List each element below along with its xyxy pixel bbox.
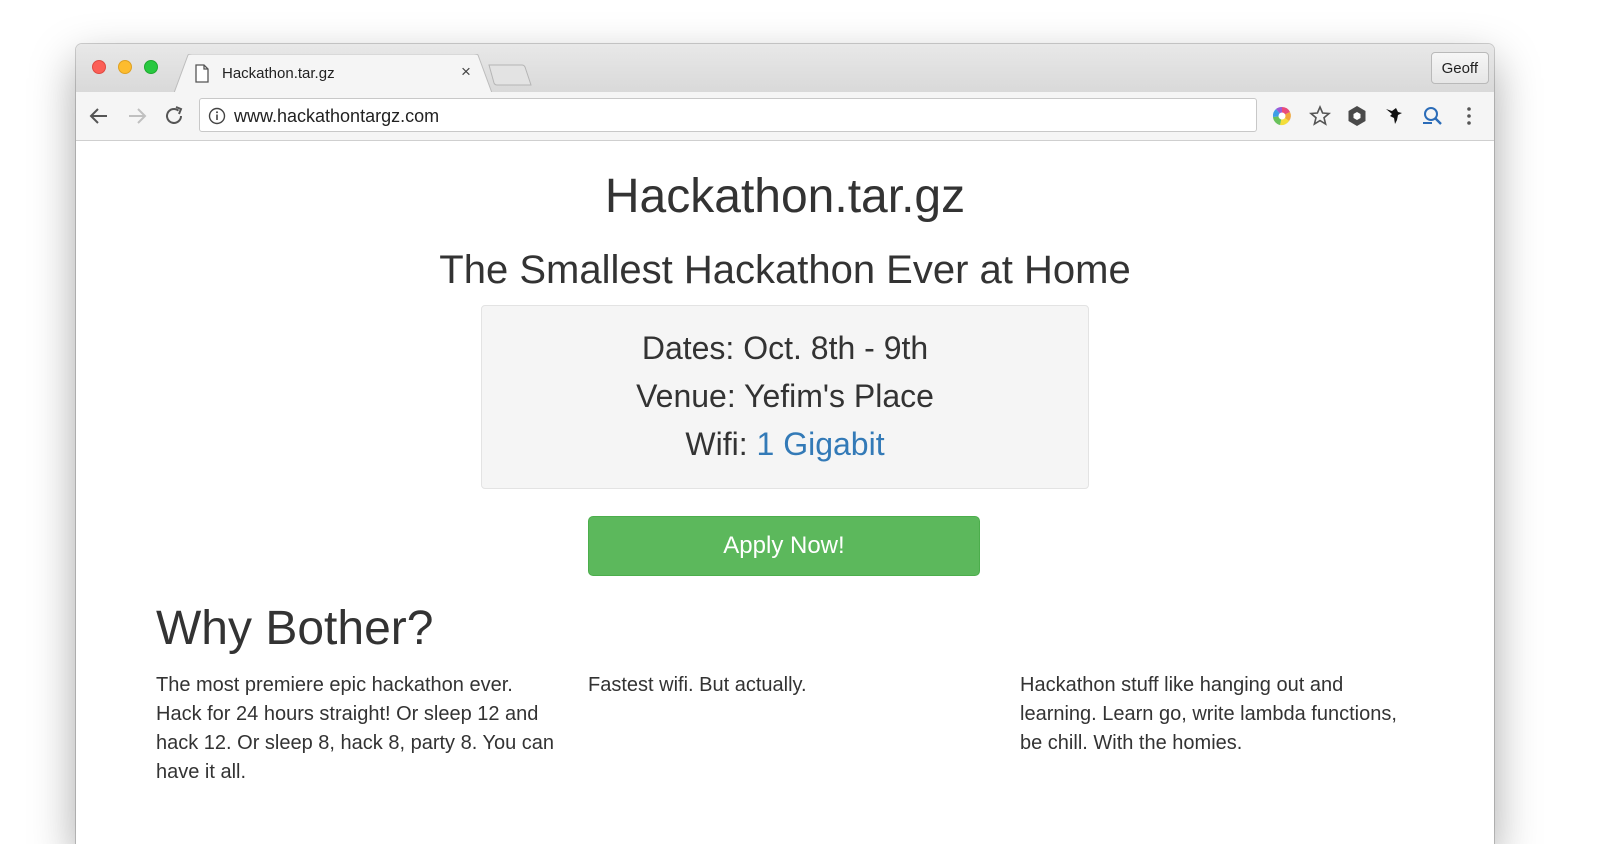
venue-label: Venue: (636, 378, 736, 414)
bookmark-star-icon[interactable] (1308, 104, 1332, 128)
window-maximize-button[interactable] (144, 60, 158, 74)
info-icon[interactable] (208, 107, 226, 125)
venue-line: Venue: Yefim's Place (482, 378, 1088, 415)
dates-value: Oct. 8th - 9th (743, 330, 929, 366)
new-tab-button[interactable] (488, 64, 532, 86)
why-bother-heading: Why Bother? (156, 602, 434, 655)
feature-column-1: The most premiere epic hackathon ever. H… (156, 674, 555, 783)
profile-button[interactable]: Geoff (1430, 52, 1489, 84)
tab-close-icon[interactable]: × (457, 63, 475, 81)
color-wheel-extension-icon[interactable] (1270, 104, 1294, 128)
page-subtitle: The Smallest Hackathon Ever at Home (439, 248, 1131, 292)
tab-strip: Hackathon.tar.gz × Geoff (76, 44, 1494, 93)
page-title: Hackathon.tar.gz (604, 170, 966, 223)
wifi-line: Wifi: 1 Gigabit (482, 426, 1088, 463)
page-content: Hackathon.tar.gz The Smallest Hackathon … (76, 141, 1494, 844)
address-bar[interactable]: www.hackathontargz.com (199, 98, 1257, 132)
feature-column-3: Hackathon stuff like hanging out and lea… (1020, 674, 1397, 754)
browser-toolbar: www.hackathontargz.com (76, 92, 1494, 141)
window-close-button[interactable] (92, 60, 106, 74)
hexagon-extension-icon[interactable] (1345, 104, 1369, 128)
wifi-label: Wifi: (685, 426, 748, 462)
venue-value: Yefim's Place (744, 378, 934, 414)
tab-title: Hackathon.tar.gz (222, 65, 335, 82)
dates-label: Dates: (641, 330, 735, 366)
reload-icon[interactable] (162, 104, 186, 128)
url-text[interactable]: www.hackathontargz.com (234, 106, 439, 127)
forward-arrow-icon[interactable] (125, 104, 149, 128)
search-extension-icon[interactable] (1420, 104, 1444, 128)
menu-kebab-icon[interactable] (1457, 104, 1481, 128)
document-icon (195, 64, 209, 83)
wifi-link[interactable]: 1 Gigabit (757, 426, 885, 462)
tab-hackathon[interactable]: Hackathon.tar.gz × (174, 54, 492, 93)
back-arrow-icon[interactable] (87, 104, 111, 128)
window-minimize-button[interactable] (118, 60, 132, 74)
bird-extension-icon[interactable] (1382, 104, 1406, 128)
dates-line: Dates: Oct. 8th - 9th (482, 330, 1088, 367)
apply-now-button[interactable]: Apply Now! (588, 516, 980, 576)
event-info-panel: Dates: Oct. 8th - 9th Venue: Yefim's Pla… (481, 305, 1089, 489)
feature-column-2: Fastest wifi. But actually. (588, 674, 807, 696)
browser-window: Hackathon.tar.gz × Geoff www.hackathonta… (76, 44, 1494, 844)
